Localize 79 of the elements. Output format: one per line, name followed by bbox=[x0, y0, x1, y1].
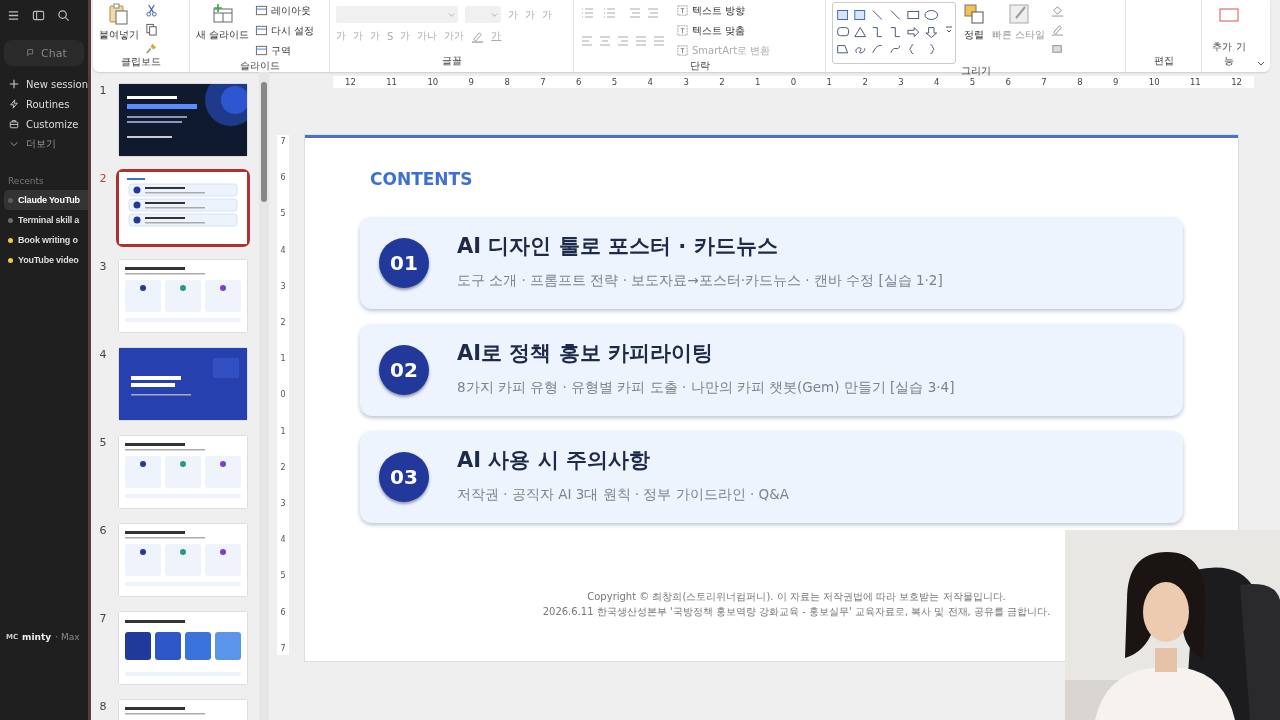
recent-chat-item[interactable]: YouTube video bbox=[0, 250, 88, 270]
scrollbar-thumb[interactable] bbox=[261, 82, 267, 202]
nav-item[interactable]: 더보기 bbox=[0, 134, 88, 154]
section-title: AI 디자인 툴로 포스터 · 카드뉴스 bbox=[457, 233, 779, 260]
dropdown-icon bbox=[448, 11, 455, 18]
horizontal-ruler: 12 11 10 9 8 7 6 5 4 3 2 1 0 1 2 3 4 5 6 7 8 9 10 11 12 bbox=[333, 76, 1254, 88]
text-box-icon bbox=[676, 24, 689, 37]
nav-item[interactable]: Customize bbox=[0, 114, 88, 134]
group-label: 클립보드 bbox=[120, 55, 162, 69]
ribbon-button[interactable]: 레이아웃 bbox=[255, 2, 315, 19]
text-box-icon bbox=[676, 4, 689, 17]
chevron-icon bbox=[9, 139, 19, 149]
text-box-icon bbox=[676, 44, 689, 57]
slide-thumbnail[interactable] bbox=[119, 524, 247, 596]
search-icon[interactable] bbox=[57, 8, 70, 22]
more-icon bbox=[945, 25, 953, 33]
nav-item[interactable]: New session bbox=[0, 74, 88, 94]
layout-icon bbox=[255, 44, 269, 57]
shape-gallery[interactable] bbox=[832, 2, 956, 64]
scissors-icon[interactable] bbox=[145, 4, 158, 17]
section-title: AI 사용 시 주의사항 bbox=[457, 447, 651, 474]
dropdown-icon bbox=[491, 11, 498, 18]
group-label: 그리기 bbox=[959, 64, 992, 78]
slide-number: 7 bbox=[98, 612, 108, 625]
ribbon-button[interactable]: 텍스트 방향 bbox=[676, 2, 771, 19]
recent-chat-item[interactable]: Claude YouTub bbox=[4, 190, 88, 210]
chat-button[interactable]: Chat bbox=[4, 40, 84, 66]
menu-icon[interactable] bbox=[7, 8, 20, 22]
plus-icon bbox=[9, 79, 19, 89]
recents-heading: Recents bbox=[8, 176, 45, 186]
copyright-text: Copyright © 최창희(스토리위너컴퍼니). 이 자료는 저작권법에 따라 보호받는 저작물입니다. bbox=[587, 590, 1006, 604]
brush-icon bbox=[1006, 2, 1031, 26]
group-label: 글꼴 bbox=[440, 54, 463, 68]
group-label: 단락 bbox=[688, 59, 711, 73]
section-subtitle: 저작권 · 공직자 AI 3대 원칙 · 정부 가이드라인 · Q&A bbox=[457, 486, 789, 504]
ribbon-button[interactable]: 다시 설정 bbox=[255, 22, 315, 39]
section-subtitle: 도구 소개 · 프롬프트 전략 · 보도자료→포스터·카드뉴스 · 캔바 수정 [실습 1·2] bbox=[457, 272, 943, 290]
vertical-ruler: 7 6 5 4 3 2 1 0 1 2 3 4 5 6 7 bbox=[277, 135, 289, 655]
slide-thumbnail[interactable] bbox=[119, 172, 247, 244]
recent-chat-item[interactable]: Book writing o bbox=[0, 230, 88, 250]
copyright-text: 2026.6.11 한국생산성본부 '국방정책 홍보역량 강화교육 - 홍보실무' 교육자료로, 복사 및 전재, 공유를 금합니다. bbox=[542, 605, 1051, 619]
chat-icon bbox=[26, 48, 36, 58]
arrange-button[interactable]: 정렬 bbox=[962, 2, 986, 42]
group-label: 추가 기능 bbox=[1211, 40, 1247, 68]
briefcase-icon bbox=[9, 119, 19, 129]
slide-number: 5 bbox=[98, 436, 108, 449]
group-label: 편집 bbox=[1152, 54, 1175, 68]
slide-thumbnail[interactable] bbox=[119, 436, 247, 508]
slide-number: 1 bbox=[98, 84, 108, 97]
paste-button[interactable]: 붙여넣기 bbox=[99, 2, 139, 42]
layout-icon bbox=[255, 4, 269, 17]
slide-number: 6 bbox=[98, 524, 108, 537]
copy-icon[interactable] bbox=[145, 23, 158, 36]
slide-number: 3 bbox=[98, 260, 108, 273]
slide-thumbnail[interactable] bbox=[119, 260, 247, 332]
layout-icon bbox=[255, 24, 269, 37]
slide-heading: CONTENTS bbox=[370, 169, 473, 189]
number-badge: 03 bbox=[379, 452, 429, 502]
brush-icon[interactable] bbox=[145, 42, 158, 55]
lightning-icon bbox=[9, 99, 19, 109]
slide-number: 2 bbox=[98, 172, 108, 185]
new-slide-button[interactable]: 새 슬라이드 bbox=[196, 2, 250, 42]
nav-item[interactable]: Routines bbox=[0, 94, 88, 114]
user-name: minty bbox=[22, 632, 52, 642]
sidebar-icon[interactable] bbox=[32, 8, 45, 22]
section-subtitle: 8가지 카피 유형 · 유형별 카피 도출 · 나만의 카피 챗봇(Gem) 만들기 [실습 3·4] bbox=[457, 379, 955, 397]
ribbon-button[interactable]: 구역 bbox=[255, 42, 315, 59]
group-label: 슬라이드 bbox=[238, 59, 281, 73]
ribbon-button[interactable]: 텍스트 맞춤 bbox=[676, 22, 771, 39]
slide-thumbnail[interactable] bbox=[119, 84, 247, 156]
slide-number: 4 bbox=[98, 348, 108, 361]
number-badge: 01 bbox=[379, 238, 429, 288]
slide-thumbnail[interactable] bbox=[119, 348, 247, 420]
section-title: AI로 정책 홍보 카피라이팅 bbox=[457, 340, 714, 367]
plan-label: · Max bbox=[55, 632, 80, 642]
recent-chat-item[interactable]: Terminal skill a bbox=[0, 210, 88, 230]
slide-thumbnail[interactable] bbox=[119, 612, 247, 684]
slide-number: 8 bbox=[98, 700, 108, 713]
number-badge: 02 bbox=[379, 345, 429, 395]
